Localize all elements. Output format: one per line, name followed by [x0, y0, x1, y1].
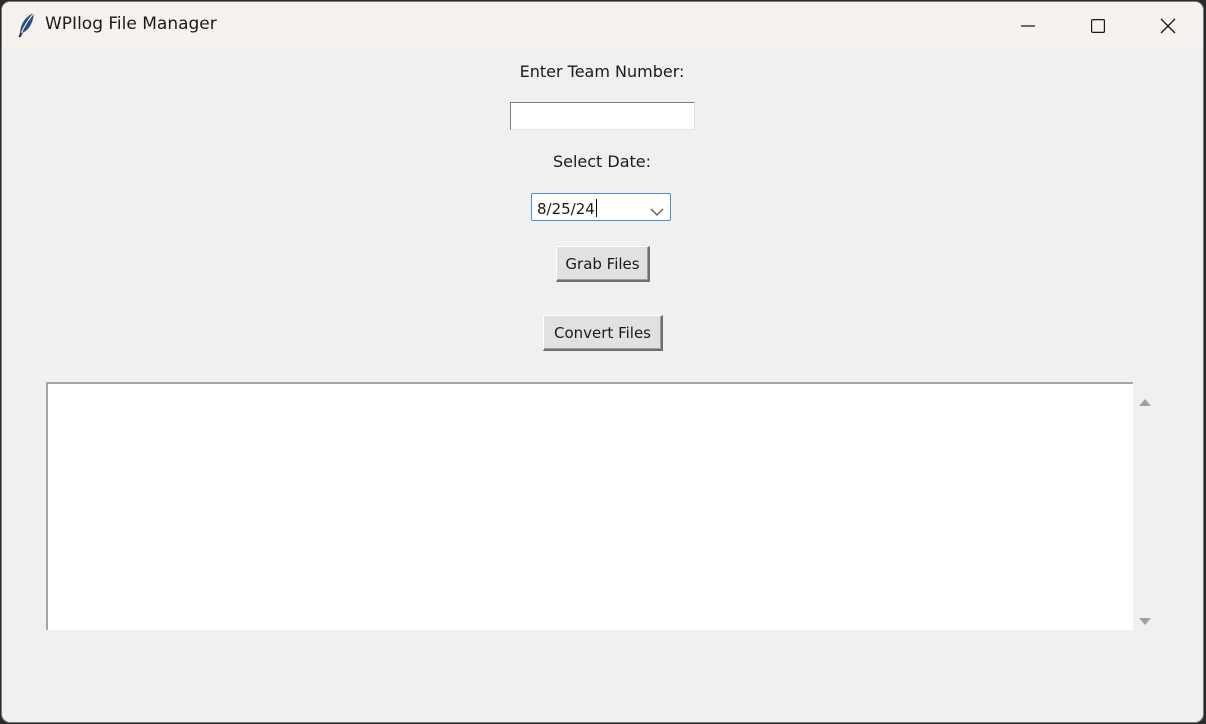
- grab-files-button[interactable]: Grab Files: [556, 246, 650, 282]
- window-title: WPIlog File Manager: [45, 14, 217, 34]
- close-button[interactable]: [1133, 2, 1203, 49]
- maximize-button[interactable]: [1063, 2, 1133, 49]
- feather-icon: [16, 12, 38, 38]
- minimize-button[interactable]: [993, 2, 1063, 49]
- date-value: 8/25/24: [537, 199, 597, 218]
- scroll-down-icon[interactable]: [1138, 612, 1152, 625]
- chevron-down-icon[interactable]: [650, 202, 664, 216]
- select-date-label: Select Date:: [552, 152, 652, 171]
- convert-files-button[interactable]: Convert Files: [543, 315, 663, 351]
- title-bar[interactable]: WPIlog File Manager: [2, 2, 1203, 49]
- scroll-up-icon[interactable]: [1138, 392, 1152, 406]
- minimize-icon: [1021, 19, 1035, 33]
- maximize-icon: [1091, 18, 1105, 33]
- close-icon: [1160, 18, 1176, 34]
- team-number-label: Enter Team Number:: [519, 62, 685, 81]
- log-text-area[interactable]: [46, 382, 1133, 630]
- date-combobox[interactable]: 8/25/24: [531, 193, 671, 221]
- team-number-input[interactable]: [510, 102, 695, 130]
- text-cursor: [595, 199, 597, 217]
- app-window: WPIlog File Manager Enter Team Number: S…: [2, 2, 1203, 722]
